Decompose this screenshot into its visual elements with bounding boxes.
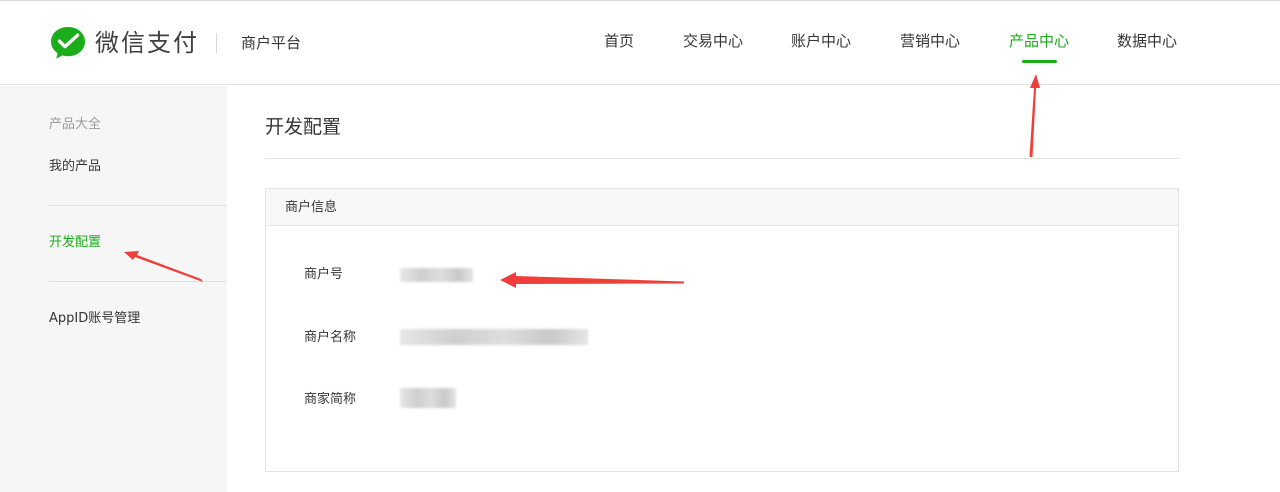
nav-marketing-center[interactable]: 营销中心: [900, 31, 960, 51]
nav-trade-center[interactable]: 交易中心: [683, 31, 743, 51]
merchant-short-name-label: 商家简称: [304, 392, 357, 407]
nav-data-center[interactable]: 数据中心: [1117, 31, 1177, 51]
nav-account-center[interactable]: 账户中心: [791, 31, 851, 51]
merchant-short-name-value-redacted: [400, 388, 456, 408]
arrow-to-product-center: [1029, 74, 1040, 157]
merchant-info-panel: 商户信息 商户号 商户名称 商家简称: [265, 188, 1179, 472]
merchant-id-label: 商户号: [304, 267, 344, 282]
merchant-name-label: 商户名称: [304, 330, 357, 345]
merchant-id-value-redacted: [400, 268, 473, 282]
sidebar: 产品大全 我的产品 开发配置 AppID账号管理: [0, 86, 227, 492]
nav-product-center[interactable]: 产品中心: [1009, 31, 1069, 51]
wechat-pay-logo-icon: [51, 27, 85, 59]
nav-active-indicator: [1022, 60, 1057, 63]
page-title: 开发配置: [265, 116, 342, 138]
sidebar-item-appid-management[interactable]: AppID账号管理: [49, 311, 140, 327]
sidebar-category-all-products: 产品大全: [49, 117, 102, 132]
logo-divider: [216, 33, 217, 53]
sidebar-item-dev-config[interactable]: 开发配置: [49, 235, 101, 251]
sidebar-item-my-products[interactable]: 我的产品: [49, 159, 101, 175]
wechat-pay-logo[interactable]: 微信支付: [50, 26, 199, 60]
nav-home[interactable]: 首页: [604, 31, 634, 51]
brand-name: 微信支付: [95, 29, 199, 57]
panel-header: 商户信息: [266, 189, 1178, 226]
platform-name: 商户平台: [241, 34, 302, 52]
top-bar: 微信支付 商户平台 首页 交易中心 账户中心 营销中心 产品中心 数据中心: [0, 0, 1280, 85]
title-divider: [265, 158, 1179, 159]
merchant-name-value-redacted: [400, 329, 588, 345]
sidebar-divider: [49, 205, 227, 206]
sidebar-divider: [49, 281, 227, 282]
